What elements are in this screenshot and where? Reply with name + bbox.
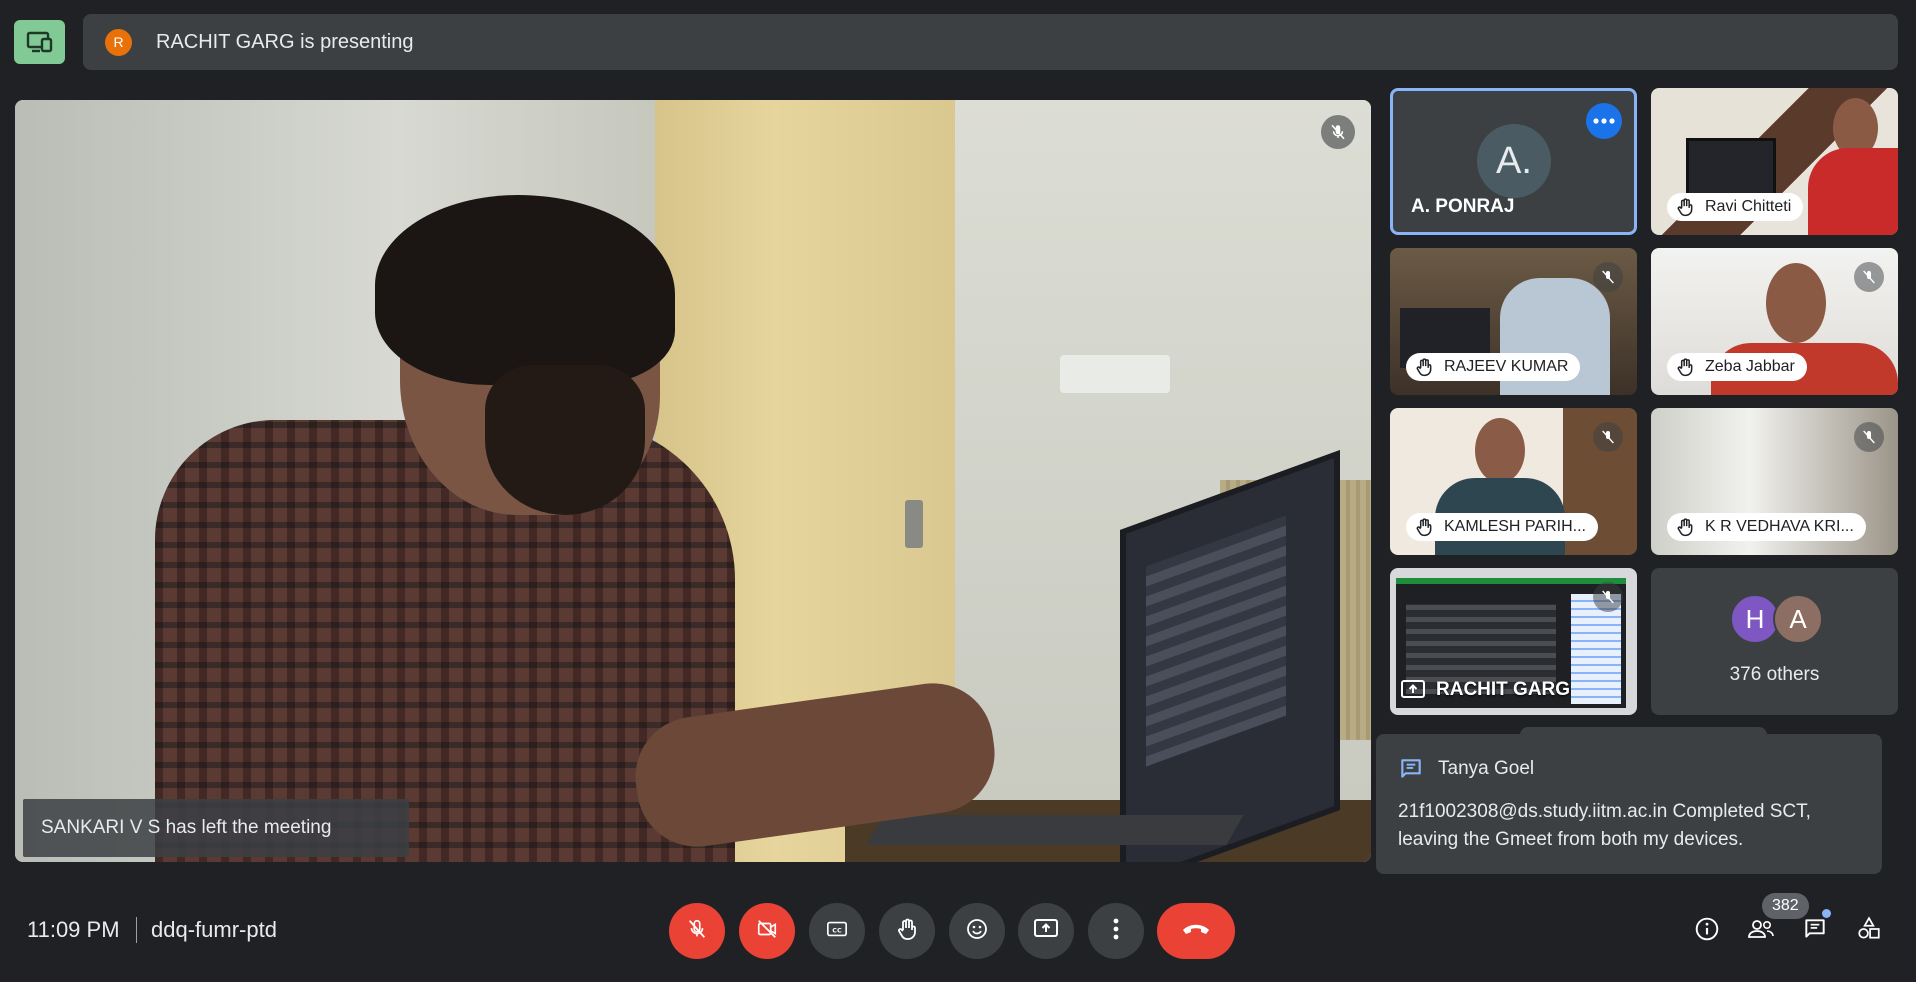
- chat-message-toast[interactable]: Tanya Goel 21f1002308@ds.study.iitm.ac.i…: [1376, 734, 1882, 874]
- present-now-icon: [1033, 918, 1059, 945]
- main-video-feed[interactable]: SANKARI V S has left the meeting: [15, 100, 1371, 862]
- participant-name: A. PONRAJ: [1411, 196, 1515, 217]
- chat-icon: [1802, 916, 1828, 947]
- participant-tile-ravi-chitteti[interactable]: Ravi Chitteti: [1651, 88, 1898, 235]
- participant-name: K R VEDHAVA KRI...: [1705, 518, 1854, 535]
- meeting-details-button[interactable]: [1689, 913, 1725, 949]
- name-chip: Zeba Jabbar: [1667, 353, 1807, 381]
- chat-sender: Tanya Goel: [1438, 758, 1535, 779]
- mic-off-icon: [1593, 582, 1623, 612]
- more-options-icon: [1113, 918, 1119, 945]
- mic-toggle-button[interactable]: [669, 903, 725, 959]
- presenting-banner[interactable]: R RACHIT GARG is presenting: [83, 14, 1898, 70]
- left-meeting-notification: SANKARI V S has left the meeting: [23, 799, 409, 857]
- emoji-reactions-button[interactable]: [949, 903, 1005, 959]
- more-options-icon[interactable]: [1586, 103, 1622, 139]
- mic-off-icon: [1854, 262, 1884, 292]
- mic-off-icon: [1321, 115, 1355, 149]
- chat-button[interactable]: [1797, 913, 1833, 949]
- clock: 11:09 PM: [27, 917, 120, 942]
- participant-tile-zeba-jabbar[interactable]: Zeba Jabbar: [1651, 248, 1898, 395]
- name-chip: Ravi Chitteti: [1667, 193, 1804, 221]
- participant-name: KAMLESH PARIH...: [1444, 518, 1586, 535]
- participant-tile-a-ponraj[interactable]: A. A. PONRAJ: [1390, 88, 1637, 235]
- presenter-avatar: R: [105, 28, 132, 56]
- avatar: A: [1773, 594, 1823, 644]
- raise-hand-icon: [895, 917, 919, 946]
- info-icon: [1694, 916, 1720, 947]
- raise-hand-icon: [1414, 357, 1434, 377]
- name-chip: K R VEDHAVA KRI...: [1667, 513, 1866, 541]
- participant-tile-rachit-garg-presentation[interactable]: RACHIT GARG: [1390, 568, 1637, 715]
- mic-off-icon: [1854, 422, 1884, 452]
- participant-tile-rajeev-kumar[interactable]: RAJEEV KUMAR: [1390, 248, 1637, 395]
- more-options-button[interactable]: [1088, 903, 1144, 959]
- meet-window: R RACHIT GARG is presenting SANKARI V S …: [0, 0, 1916, 982]
- leave-call-button[interactable]: [1157, 903, 1235, 959]
- mic-off-icon: [686, 918, 708, 945]
- end-call-icon: [1181, 921, 1211, 942]
- raise-hand-icon: [1675, 517, 1695, 537]
- presenter-label: RACHIT GARG: [1400, 679, 1570, 701]
- raise-hand-icon: [1675, 357, 1695, 377]
- participant-name: RACHIT GARG: [1436, 679, 1571, 700]
- participant-tile-kamlesh[interactable]: KAMLESH PARIH...: [1390, 408, 1637, 555]
- meeting-code[interactable]: ddq-fumr-ptd: [151, 917, 277, 943]
- raise-hand-button[interactable]: [879, 903, 935, 959]
- svg-text:CC: CC: [832, 926, 842, 934]
- mic-off-icon: [1593, 422, 1623, 452]
- raise-hand-icon: [1675, 197, 1695, 217]
- divider: [136, 917, 137, 943]
- presenting-text: RACHIT GARG is presenting: [156, 30, 414, 53]
- participant-tile-k-r-vedhava[interactable]: K R VEDHAVA KRI...: [1651, 408, 1898, 555]
- raise-hand-icon: [1414, 517, 1434, 537]
- activities-button[interactable]: [1851, 913, 1887, 949]
- chat-unread-dot: [1822, 909, 1831, 918]
- participant-name: Ravi Chitteti: [1705, 198, 1792, 215]
- chat-message-text: 21f1002308@ds.study.iitm.ac.in Completed…: [1398, 801, 1811, 850]
- camera-off-icon: [755, 918, 779, 945]
- people-icon: [1747, 917, 1775, 946]
- captions-icon: CC: [826, 919, 848, 944]
- others-count-label: 376 others: [1729, 664, 1820, 685]
- chat-icon: [1398, 756, 1424, 782]
- present-now-button[interactable]: [1018, 903, 1074, 959]
- name-chip: KAMLESH PARIH...: [1406, 513, 1598, 541]
- name-chip: RAJEEV KUMAR: [1406, 353, 1581, 381]
- presentation-layout-icon[interactable]: [14, 20, 65, 64]
- mic-off-icon: [1593, 262, 1623, 292]
- captions-button[interactable]: CC: [809, 903, 865, 959]
- participant-name: RAJEEV KUMAR: [1444, 358, 1569, 375]
- activities-icon: [1856, 915, 1882, 947]
- participant-name: Zeba Jabbar: [1705, 358, 1795, 375]
- emoji-icon: [965, 917, 989, 946]
- others-tile[interactable]: H A 376 others: [1651, 568, 1898, 715]
- present-screen-icon: [1400, 679, 1426, 701]
- camera-toggle-button[interactable]: [739, 903, 795, 959]
- avatar: A.: [1477, 124, 1551, 198]
